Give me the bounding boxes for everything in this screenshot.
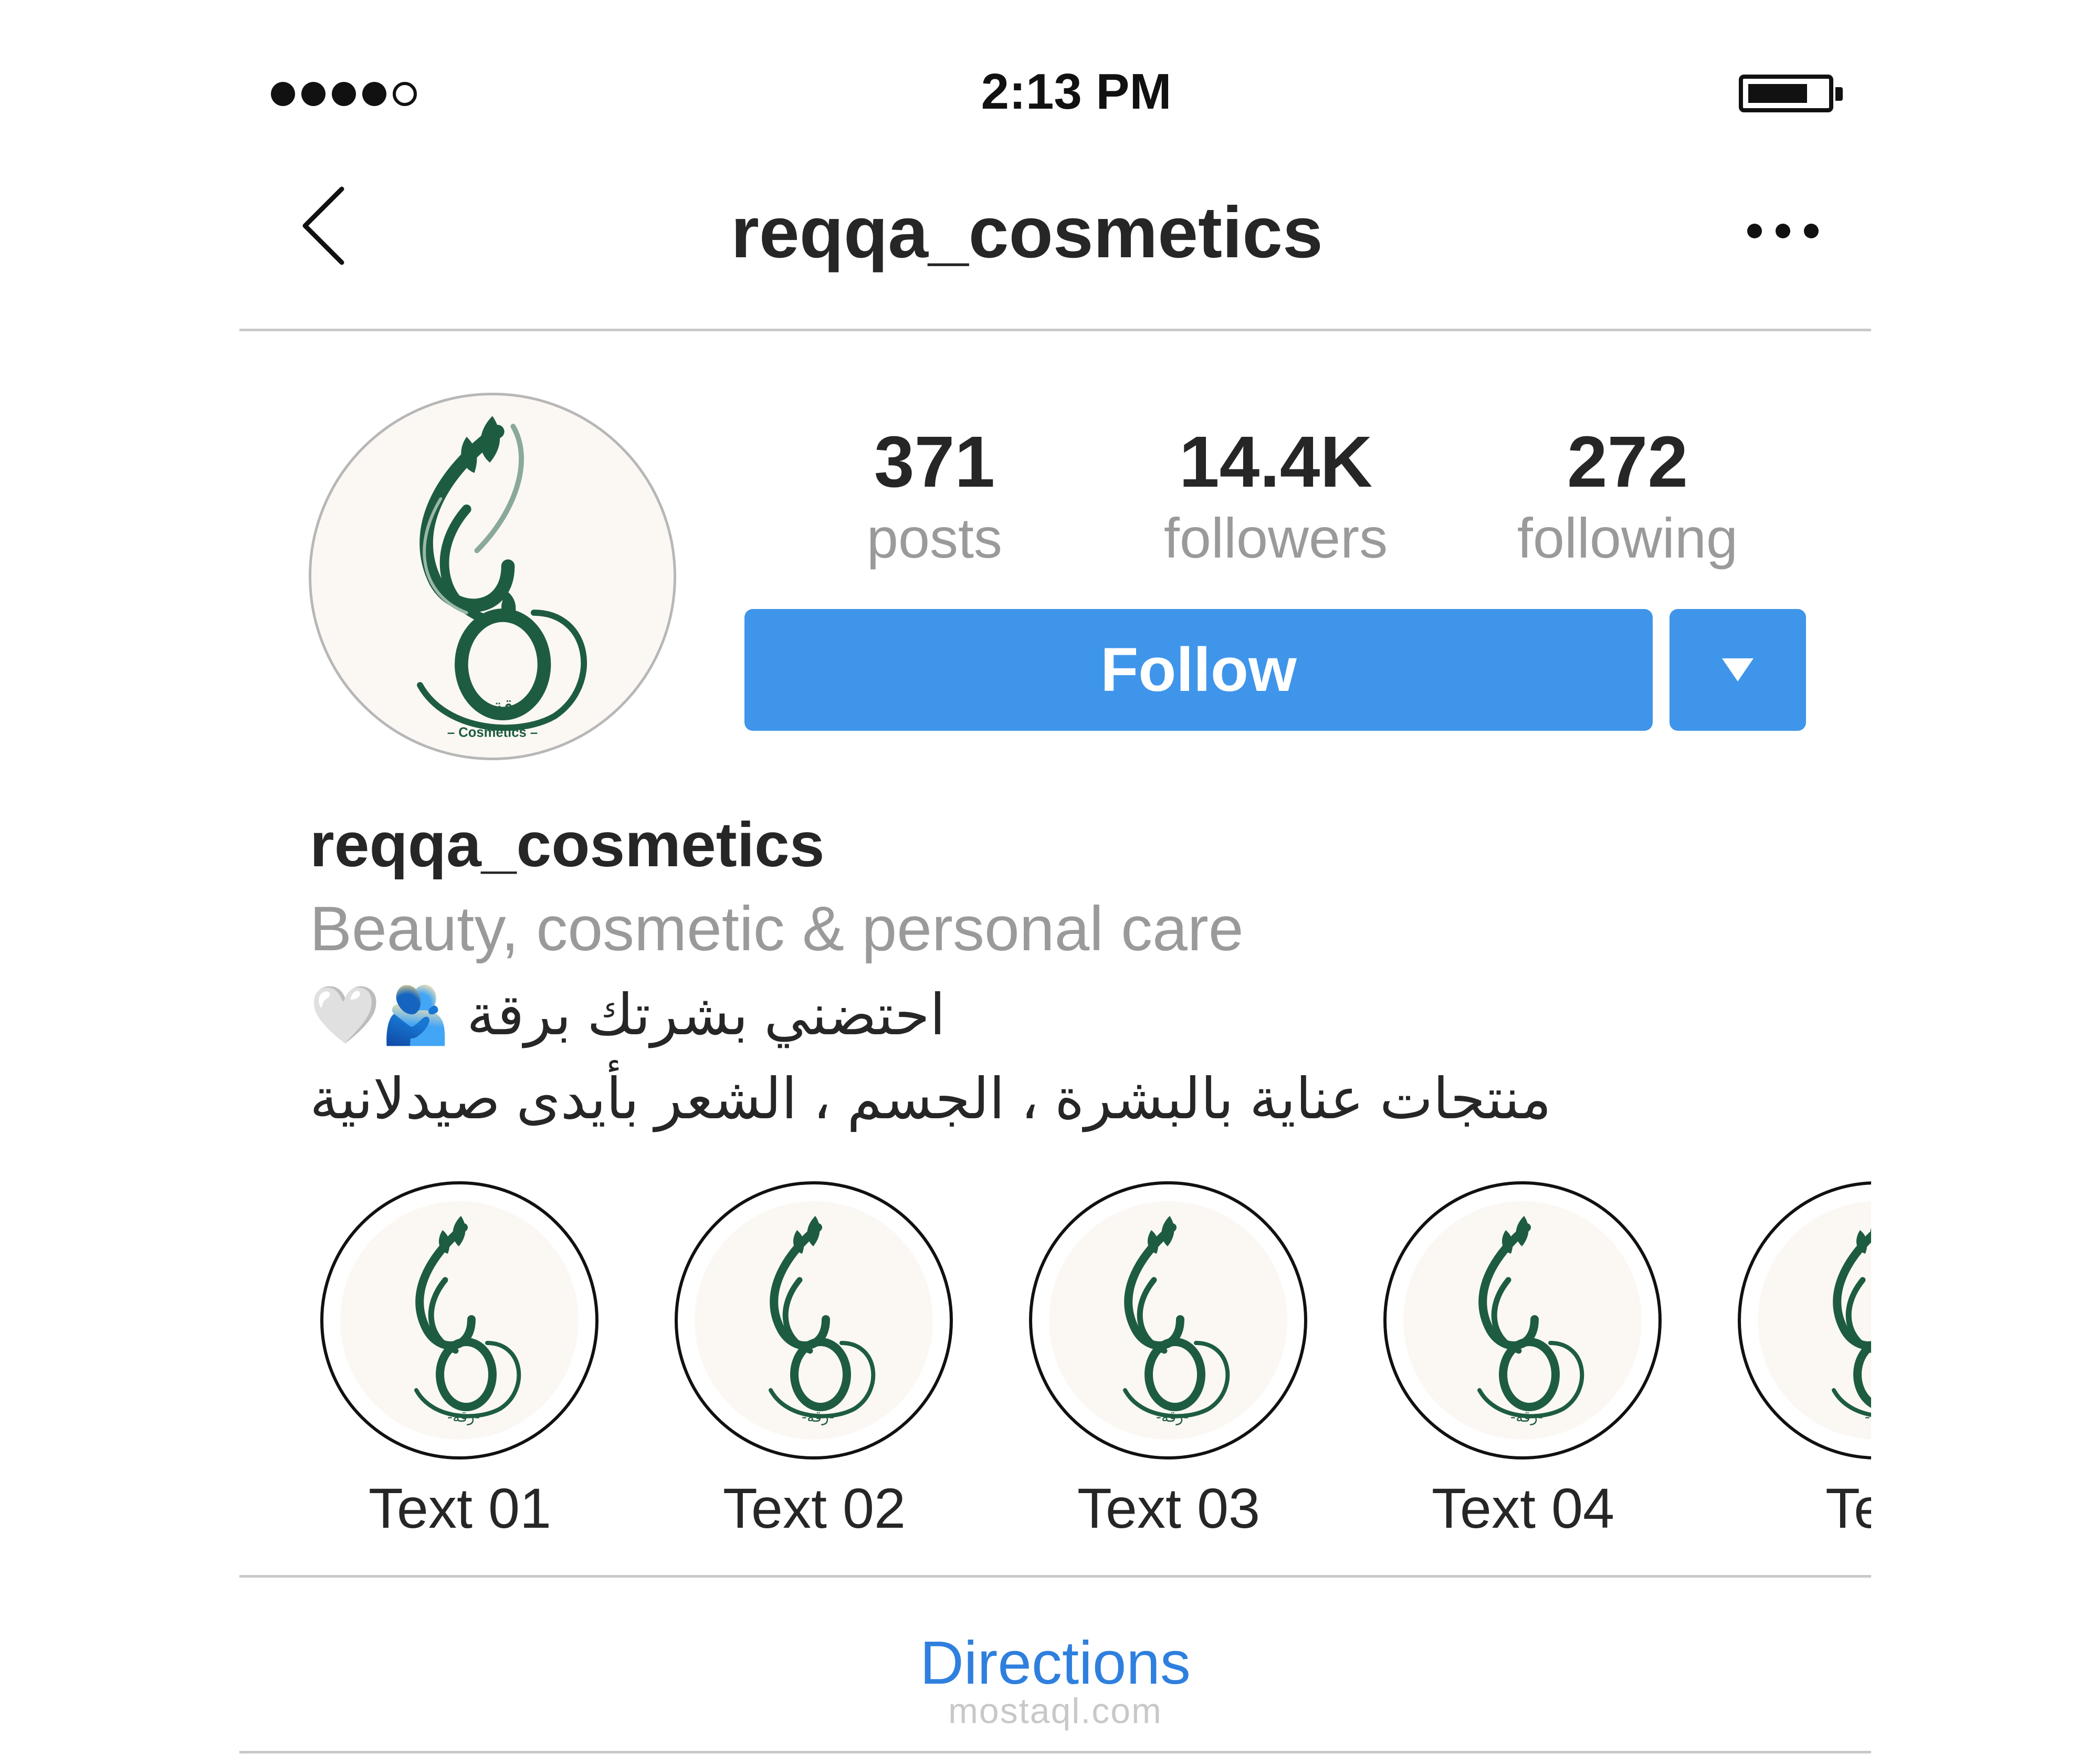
posts-label: posts [866,506,1003,570]
brand-logo-icon: -رقة- [769,1216,876,1425]
bio-category: Beauty, cosmetic & personal care [310,894,1244,964]
page-title: reqqa_cosmetics [731,192,1323,273]
caret-down-icon [1722,658,1754,681]
bio-text-line-1: احتضني بشرتك برقة 🫂🤍 [310,983,946,1046]
brand-logo-icon: رقة – Cosmetics – [417,416,587,740]
svg-text:– Cosmetics –: – Cosmetics – [447,726,538,740]
highlight-label: Text 04 [1431,1476,1615,1540]
highlight-ring: -رقة- [1383,1181,1662,1460]
profile-nav-bar: reqqa_cosmetics [239,158,1871,331]
stat-following[interactable]: 272 following [1480,420,1774,572]
suggested-accounts-button[interactable] [1670,609,1806,731]
bio-text-line-2: منتجات عناية بالبشرة ، الجسم ، الشعر بأي… [310,1067,1552,1130]
following-label: following [1517,506,1738,570]
highlight-ring: -رقة- [675,1181,953,1460]
svg-text:-رقة-: -رقة- [1156,1408,1189,1425]
brand-logo-icon: -رقة- [1477,1216,1584,1425]
story-highlights: -رقة- Text 01 -رقة- Text 02 -رقة- Text 0… [239,1176,1871,1544]
ellipsis-icon [1747,224,1762,238]
highlight-ring: -رقة- [1029,1181,1307,1460]
followers-count: 14.4K [1179,422,1373,502]
highlight-label: Text 01 [368,1476,552,1540]
more-options-button[interactable] [1730,210,1835,252]
highlight-label: Text 02 [722,1476,906,1540]
brand-logo-icon: -رقة- [1123,1216,1230,1425]
chevron-left-icon [302,186,344,265]
highlight-ring: -رقة- [1738,1181,1871,1460]
divider [239,1575,1871,1578]
following-count: 272 [1567,422,1688,502]
back-button[interactable] [292,184,360,268]
highlight-label: Text 03 [1077,1476,1261,1540]
stat-followers[interactable]: 14.4K followers [1129,420,1423,572]
svg-text:رقة: رقة [492,695,523,719]
highlight-ring: -رقة- [320,1181,598,1460]
battery-icon [1739,75,1843,112]
directions-link[interactable]: Directions [840,1628,1270,1698]
signal-strength-icon [271,82,417,106]
stat-posts[interactable]: 371 posts [788,420,1082,572]
posts-count: 371 [874,422,995,502]
svg-text:-رقة-: -رقة- [1865,1408,1871,1425]
divider [239,1751,1871,1754]
svg-text:-رقة-: -رقة- [1510,1408,1543,1425]
watermark: mostaql.com [948,1691,1162,1731]
svg-text:-رقة-: -رقة- [802,1408,834,1425]
profile-stats: 371 posts 14.4K followers 272 following [788,420,1816,578]
highlight-label: Text [1825,1476,1871,1540]
brand-logo-icon: -رقة- [414,1216,521,1425]
followers-label: followers [1163,506,1388,570]
bio-username: reqqa_cosmetics [310,810,825,880]
brand-logo-icon: -رقة- [1832,1227,1871,1425]
profile-avatar[interactable]: رقة – Cosmetics – [309,393,676,760]
status-bar: 2:13 PM [0,0,2100,120]
svg-text:-رقة-: -رقة- [447,1408,480,1425]
status-time: 2:13 PM [981,64,1172,120]
follow-button[interactable]: Follow [744,609,1653,731]
